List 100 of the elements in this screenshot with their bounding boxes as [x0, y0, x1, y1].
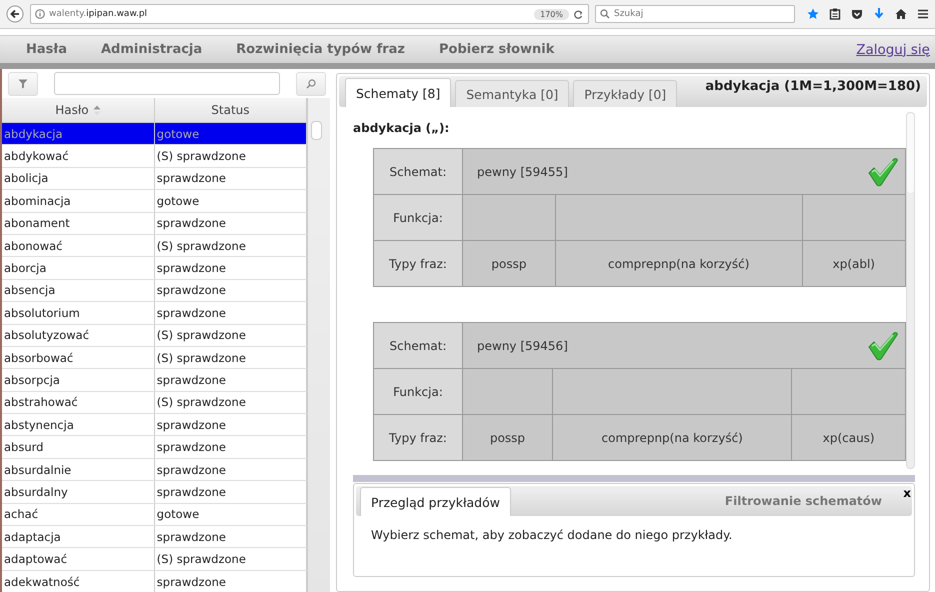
status-cell: sprawdzone — [154, 414, 307, 436]
column-header[interactable]: Status — [154, 98, 307, 122]
schema-table[interactable]: Schemat: pewny [59455] Funkcja: Typy fraz: possp comprepnp(na korzyść) xp(abl) — [373, 148, 906, 287]
status-cell: sprawdzone — [154, 526, 307, 548]
entry-cell: aborcja — [2, 256, 154, 280]
nav-link[interactable]: Pobierz słownik — [439, 42, 554, 57]
entry-cell: absurd — [2, 436, 154, 458]
url-text: walenty.ipipan.waw.pl — [49, 9, 148, 19]
entry-cell: adekwatność — [2, 570, 154, 592]
status-cell: sprawdzone — [154, 302, 307, 324]
close-button[interactable]: x — [903, 486, 911, 500]
entry-row[interactable]: abominacja gotowe — [2, 190, 307, 212]
entry-cell: absorpcja — [2, 368, 154, 392]
entry-cell: absolutyzować — [2, 324, 154, 346]
status-cell: gotowe — [154, 122, 307, 145]
entry-row[interactable]: absencja sprawdzone — [2, 279, 307, 302]
status-cell: gotowe — [154, 503, 307, 526]
entry-row[interactable]: adaptacja sprawdzone — [2, 526, 307, 548]
status-cell: (S) sprawdzone — [154, 548, 307, 570]
star-icon[interactable] — [807, 8, 819, 20]
filter-button[interactable] — [8, 72, 38, 96]
pocket-icon[interactable] — [851, 8, 863, 20]
column-header[interactable]: Hasło — [2, 98, 154, 122]
status-cell: sprawdzone — [154, 436, 307, 458]
address-bar[interactable]: walenty.ipipan.waw.pl 170% — [30, 4, 589, 24]
entry-heading: abdykacja („): — [353, 121, 450, 135]
phrase-type: possp — [462, 414, 553, 460]
home-icon[interactable] — [895, 8, 907, 20]
entry-row[interactable]: adaptować (S) sprawdzone — [2, 548, 307, 570]
panel-title: Filtrowanie schematów — [724, 494, 882, 508]
entry-cell: absurdalnie — [2, 458, 154, 481]
entry-row[interactable]: absurdalnie sprawdzone — [2, 458, 307, 481]
entry-cell: abstynencja — [2, 414, 154, 436]
entry-cell: achać — [2, 503, 154, 526]
entry-row[interactable]: absorbować (S) sprawdzone — [2, 346, 307, 369]
entry-row[interactable]: abdykować (S) sprawdzone — [2, 144, 307, 168]
entry-row[interactable]: abonament sprawdzone — [2, 212, 307, 234]
entry-row[interactable]: abstynencja sprawdzone — [2, 414, 307, 436]
entry-row[interactable]: absolutyzować (S) sprawdzone — [2, 324, 307, 346]
scrollbar[interactable] — [906, 112, 915, 469]
zoom-level[interactable]: 170% — [534, 8, 569, 20]
nav-link[interactable]: Rozwinięcia typów fraz — [236, 42, 405, 57]
scrollbar[interactable] — [307, 98, 330, 592]
entry-cell: abdykować — [2, 144, 154, 168]
nav-link[interactable]: Hasła — [26, 42, 67, 57]
entry-row[interactable]: absolutorium sprawdzone — [2, 302, 307, 324]
phrase-type: possp — [462, 240, 556, 286]
row-label: Typy fraz: — [374, 240, 462, 286]
entry-row[interactable]: abstrahować (S) sprawdzone — [2, 391, 307, 414]
entry-row[interactable]: absorpcja sprawdzone — [2, 368, 307, 392]
entry-row[interactable]: abdykacja gotowe — [2, 122, 307, 145]
entry-row[interactable]: abolicja sprawdzone — [2, 167, 307, 190]
schema-table[interactable]: Schemat: pewny [59456] Funkcja: Typy fraz: possp comprepnp(na korzyść) xp(caus) — [373, 322, 906, 461]
search-field[interactable] — [54, 72, 280, 95]
entry-cell: adaptować — [2, 548, 154, 570]
entry-row[interactable]: achać gotowe — [2, 503, 307, 526]
search-field[interactable]: Szukaj — [595, 5, 795, 23]
clipboard-icon[interactable] — [829, 8, 841, 20]
entry-cell: absolutorium — [2, 302, 154, 324]
tab[interactable]: Przegląd przykładów — [360, 487, 511, 516]
entry-cell: absorbować — [2, 346, 154, 369]
tab[interactable]: Przykłady [0] — [573, 80, 678, 107]
entry-cell: abolicja — [2, 167, 154, 190]
status-cell: (S) sprawdzone — [154, 234, 307, 257]
entry-cell: abominacja — [2, 190, 154, 212]
phrase-type: comprepnp(na korzyść) — [555, 240, 802, 286]
hint-text: Wybierz schemat, aby zobaczyć dodane do niego przykłady. — [371, 528, 734, 542]
entry-row[interactable]: absurd sprawdzone — [2, 436, 307, 458]
entry-cell: abonować — [2, 234, 154, 257]
download-icon[interactable] — [873, 8, 885, 20]
row-label: Schemat: — [374, 322, 462, 368]
login-link[interactable]: Zaloguj się — [856, 42, 930, 58]
entry-cell: adaptacja — [2, 526, 154, 548]
reload-icon[interactable] — [573, 8, 584, 20]
status-cell: sprawdzone — [154, 480, 307, 504]
status-cell: (S) sprawdzone — [154, 391, 307, 414]
entry-row[interactable]: absurdalny sprawdzone — [2, 480, 307, 504]
entry-cell: absencja — [2, 279, 154, 302]
back-button[interactable] — [6, 5, 24, 23]
filter-icon — [18, 78, 28, 88]
row-label: Typy fraz: — [374, 414, 462, 460]
status-cell: sprawdzone — [154, 256, 307, 280]
entry-row[interactable]: aborcja sprawdzone — [2, 256, 307, 280]
row-label: Funkcja: — [374, 194, 462, 240]
entry-row[interactable]: abonować (S) sprawdzone — [2, 234, 307, 257]
nav-link[interactable]: Administracja — [101, 42, 202, 57]
menu-icon[interactable] — [917, 8, 929, 20]
schema-name: pewny [59456] — [477, 338, 568, 352]
entry-cell: abonament — [2, 212, 154, 234]
status-cell: sprawdzone — [154, 458, 307, 481]
status-cell: sprawdzone — [154, 368, 307, 392]
tab[interactable]: Semantyka [0] — [455, 80, 570, 107]
entry-cell: abstrahować — [2, 391, 154, 414]
info-icon — [35, 9, 45, 19]
status-cell: (S) sprawdzone — [154, 324, 307, 346]
tab[interactable]: Schematy [8] — [345, 78, 452, 107]
status-cell: sprawdzone — [154, 212, 307, 234]
search-button[interactable] — [296, 72, 326, 96]
phrase-type: comprepnp(na korzyść) — [552, 414, 792, 460]
entry-cell: absurdalny — [2, 480, 154, 504]
